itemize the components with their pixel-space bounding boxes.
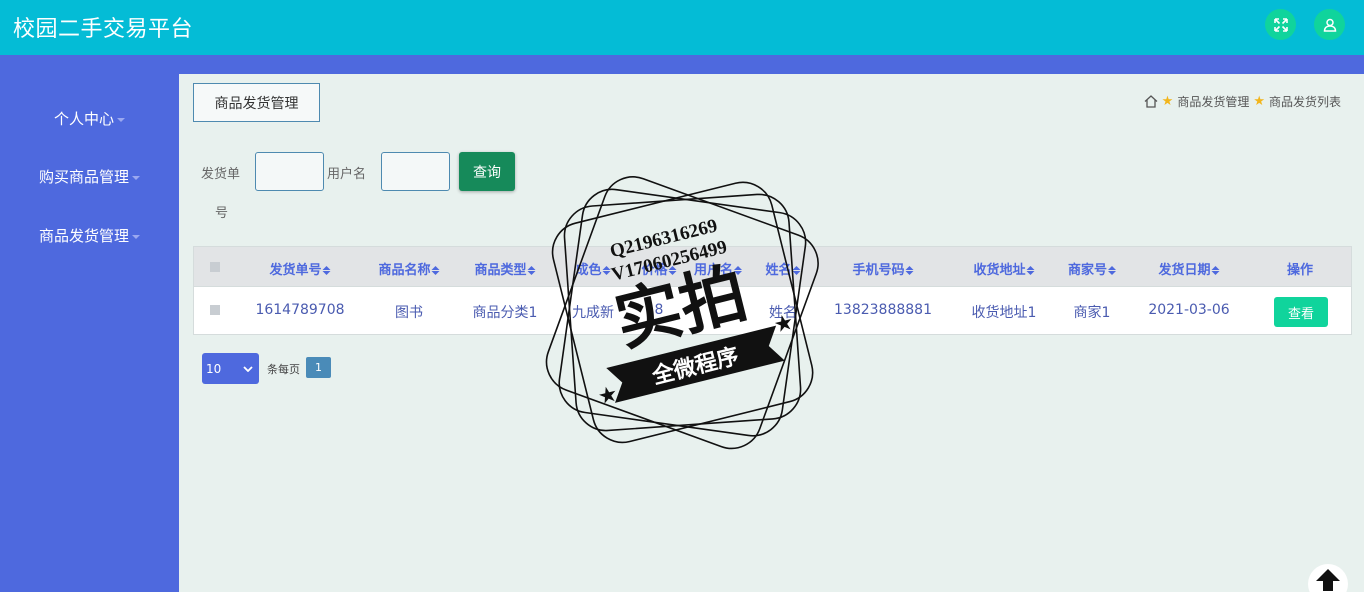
sidebar-item-purchase-management[interactable]: 购买商品管理 [0,166,179,187]
header-stripe [0,55,1364,74]
user-button[interactable] [1314,9,1345,40]
sidebar-item-label: 购买商品管理 [38,168,129,186]
username-input[interactable] [381,152,450,191]
sort-icon [431,266,440,275]
column-header[interactable]: 商品类型 [474,259,536,278]
cell-date: 2021-03-06 [1148,302,1230,318]
cell-phone: 13823888881 [834,302,932,318]
sort-icon [527,266,536,275]
user-icon [1323,18,1336,32]
star-icon: ★ [1161,94,1174,109]
breadcrumb-item: 商品发货列表 [1268,95,1341,109]
column-header[interactable]: 发货单号 [269,259,331,278]
shipping-table: 发货单号 商品名称 商品类型 成色 价格 用户名 姓名 手机号码 收货地址 商家… [193,246,1352,335]
caret-down-icon [117,117,125,122]
username-label: 用户名 [327,167,367,182]
page-size-value: 10 [206,361,222,376]
select-all-checkbox[interactable] [210,262,220,272]
cell-price: 8 [654,302,664,318]
fullscreen-button[interactable] [1265,9,1296,40]
sidebar-item-shipping-management[interactable]: 商品发货管理 [0,225,179,246]
column-header[interactable]: 成色 [575,259,611,278]
top-bar: 校园二手交易平台 [0,0,1364,55]
app-title: 校园二手交易平台 [13,17,194,42]
column-header[interactable]: 姓名 [765,259,801,278]
table-row: 1614789708 图书 商品分类1 九成新 8 姓名 13823888881… [194,287,1351,334]
sidebar-item-label: 商品发货管理 [38,227,129,245]
sort-icon [602,266,611,275]
sort-icon [734,266,743,275]
column-header[interactable]: 商品名称 [378,259,440,278]
table-header: 发货单号 商品名称 商品类型 成色 价格 用户名 姓名 手机号码 收货地址 商家… [194,247,1351,287]
sort-icon [1108,266,1117,275]
cell-name: 姓名 [769,305,797,321]
column-header[interactable]: 发货日期 [1158,259,1220,278]
chevron-down-icon [243,365,253,372]
cell-address: 收货地址1 [971,305,1037,321]
sort-icon [905,266,914,275]
expand-icon [1273,17,1288,32]
caret-down-icon [132,175,140,180]
column-header[interactable]: 收货地址 [973,259,1035,278]
order-no-input[interactable] [255,152,324,191]
breadcrumb-item[interactable]: 商品发货管理 [1177,93,1249,110]
caret-down-icon [132,234,140,239]
per-page-label: 条每页 [267,363,300,376]
order-no-label-wrap: 号 [215,206,229,221]
sidebar-item-label: 个人中心 [53,110,114,128]
cell-product-type: 商品分类1 [472,305,538,321]
cell-condition: 九成新 [572,305,614,321]
main-content: 商品发货管理 ★ 商品发货管理 ★ 商品发货列表 发货单 号 用户名 查询 发货… [179,74,1364,592]
page-size-select[interactable]: 10 [202,353,259,384]
arrow-up-icon [1316,569,1340,591]
sort-icon [668,266,677,275]
page-number-button[interactable]: 1 [306,357,331,378]
sort-icon [322,266,331,275]
cell-product-name: 图书 [395,305,423,321]
sort-icon [1211,266,1220,275]
view-button[interactable]: 查看 [1274,297,1328,327]
star-icon: ★ [1253,94,1265,109]
row-checkbox[interactable] [210,305,220,315]
column-header[interactable]: 商家号 [1068,259,1117,278]
column-header: 操作 [1286,263,1314,278]
page-title-tab[interactable]: 商品发货管理 [193,83,320,122]
breadcrumb: ★ 商品发货管理 ★ 商品发货列表 [1144,93,1341,110]
sidebar-item-personal-center[interactable]: 个人中心 [0,108,179,129]
column-header[interactable]: 手机号码 [852,259,914,278]
order-no-label: 发货单 [201,167,241,182]
sidebar: 个人中心 购买商品管理 商品发货管理 [0,74,179,592]
sort-icon [792,266,801,275]
sort-icon [1026,266,1035,275]
cell-merchant: 商家1 [1073,305,1111,321]
home-icon[interactable] [1144,95,1158,108]
cell-order-no: 1614789708 [255,302,345,318]
column-header[interactable]: 价格 [641,259,677,278]
column-header[interactable]: 用户名 [694,259,743,278]
query-button[interactable]: 查询 [459,152,515,191]
